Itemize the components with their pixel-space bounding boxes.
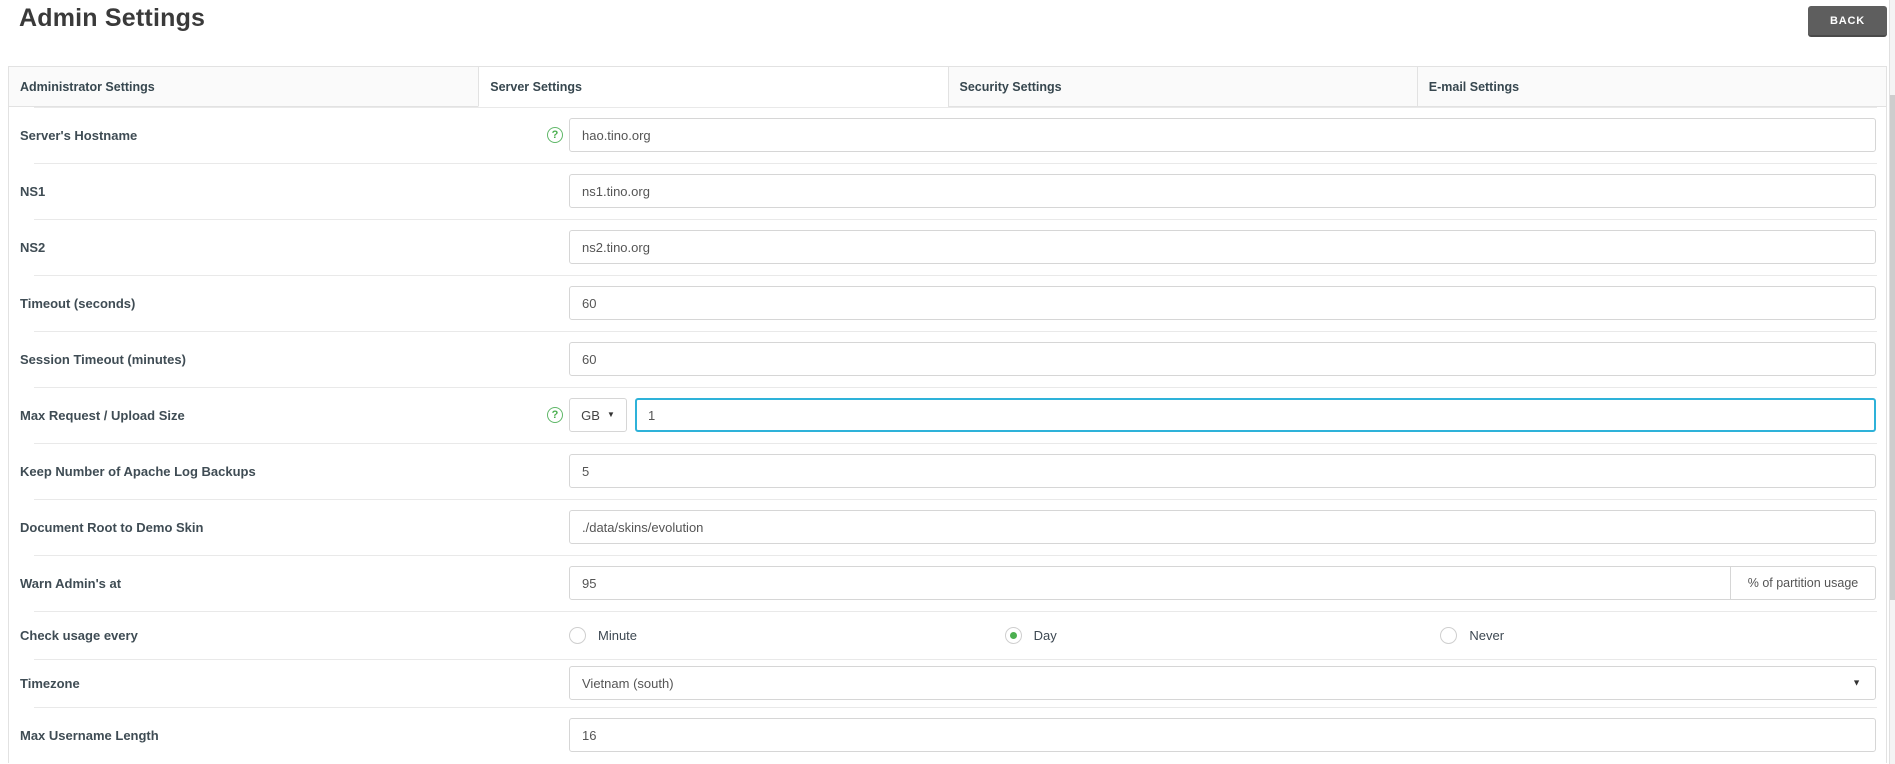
partition-usage-addon: % of partition usage	[1731, 566, 1876, 600]
radio-day[interactable]: Day	[1004, 626, 1441, 644]
help-icon[interactable]: ?	[547, 127, 563, 143]
settings-tabbar: Administrator Settings Server Settings S…	[9, 66, 1886, 107]
radio-icon[interactable]	[1440, 626, 1458, 644]
ns1-input[interactable]	[569, 174, 1876, 208]
warn-admins-at-label: Warn Admin's at	[20, 575, 122, 591]
back-button[interactable]: BACK	[1808, 6, 1887, 37]
page-title: Admin Settings	[19, 4, 206, 32]
timezone-label: Timezone	[20, 675, 80, 691]
vertical-scrollbar[interactable]	[1889, 0, 1895, 764]
row-max-username-length: Max Username Length	[9, 707, 1886, 763]
check-usage-options: Minute Day Never	[569, 626, 1876, 644]
caret-down-icon: ▼	[606, 410, 615, 419]
help-icon[interactable]: ?	[547, 407, 563, 423]
ns2-label: NS2	[20, 239, 46, 255]
settings-panel: Administrator Settings Server Settings S…	[8, 66, 1887, 763]
admin-settings-page: Admin Settings BACK Administrator Settin…	[0, 0, 1895, 764]
servers-hostname-label: Server's Hostname	[20, 127, 138, 143]
row-ns2: NS2	[9, 219, 1886, 275]
session-timeout-input[interactable]	[569, 342, 1876, 376]
page-header: Admin Settings BACK	[0, 0, 1895, 66]
row-timezone: Timezone Vietnam (south) ▼	[9, 659, 1886, 707]
tab-administrator-settings[interactable]: Administrator Settings	[9, 67, 479, 107]
row-check-usage-every: Check usage every Minute Day Never	[9, 611, 1886, 659]
timezone-select[interactable]: Vietnam (south) ▼	[569, 666, 1876, 700]
tab-email-settings[interactable]: E-mail Settings	[1416, 67, 1886, 107]
max-username-length-label: Max Username Length	[20, 727, 159, 743]
row-session-timeout: Session Timeout (minutes)	[9, 331, 1886, 387]
max-request-upload-size-input[interactable]	[635, 398, 1876, 432]
tab-server-settings[interactable]: Server Settings	[478, 67, 948, 107]
check-usage-every-label: Check usage every	[20, 627, 138, 643]
scrollbar-thumb[interactable]	[1890, 95, 1895, 600]
servers-hostname-input[interactable]	[569, 118, 1876, 152]
max-request-upload-size-label: Max Request / Upload Size	[20, 407, 185, 423]
row-max-request-upload-size: Max Request / Upload Size ? GB ▼	[9, 387, 1886, 443]
max-username-length-input[interactable]	[569, 718, 1876, 752]
timezone-selected-value: Vietnam (south)	[582, 675, 674, 691]
row-demo-skin-document-root: Document Root to Demo Skin	[9, 499, 1886, 555]
row-servers-hostname: Server's Hostname ?	[9, 107, 1886, 163]
radio-icon[interactable]	[1004, 626, 1022, 644]
row-timeout-seconds: Timeout (seconds)	[9, 275, 1886, 331]
apache-log-backups-input[interactable]	[569, 454, 1876, 488]
radio-never[interactable]: Never	[1440, 626, 1876, 644]
upload-size-unit-select[interactable]: GB ▼	[569, 398, 627, 432]
radio-icon[interactable]	[569, 626, 586, 644]
row-apache-log-backups: Keep Number of Apache Log Backups	[9, 443, 1886, 499]
warn-admins-at-input[interactable]	[569, 566, 1731, 600]
apache-log-backups-label: Keep Number of Apache Log Backups	[20, 463, 256, 479]
ns2-input[interactable]	[569, 230, 1876, 264]
row-ns1: NS1	[9, 163, 1886, 219]
demo-skin-document-root-label: Document Root to Demo Skin	[20, 519, 204, 535]
radio-minute[interactable]: Minute	[569, 626, 1005, 644]
timeout-seconds-input[interactable]	[569, 286, 1876, 320]
session-timeout-label: Session Timeout (minutes)	[20, 351, 186, 367]
demo-skin-document-root-input[interactable]	[569, 510, 1876, 544]
timeout-seconds-label: Timeout (seconds)	[20, 295, 136, 311]
row-warn-admins-at: Warn Admin's at % of partition usage	[9, 555, 1886, 611]
caret-down-icon: ▼	[1852, 677, 1861, 688]
ns1-label: NS1	[20, 183, 46, 199]
upload-size-unit-value: GB	[581, 407, 600, 423]
tab-security-settings[interactable]: Security Settings	[947, 67, 1417, 107]
